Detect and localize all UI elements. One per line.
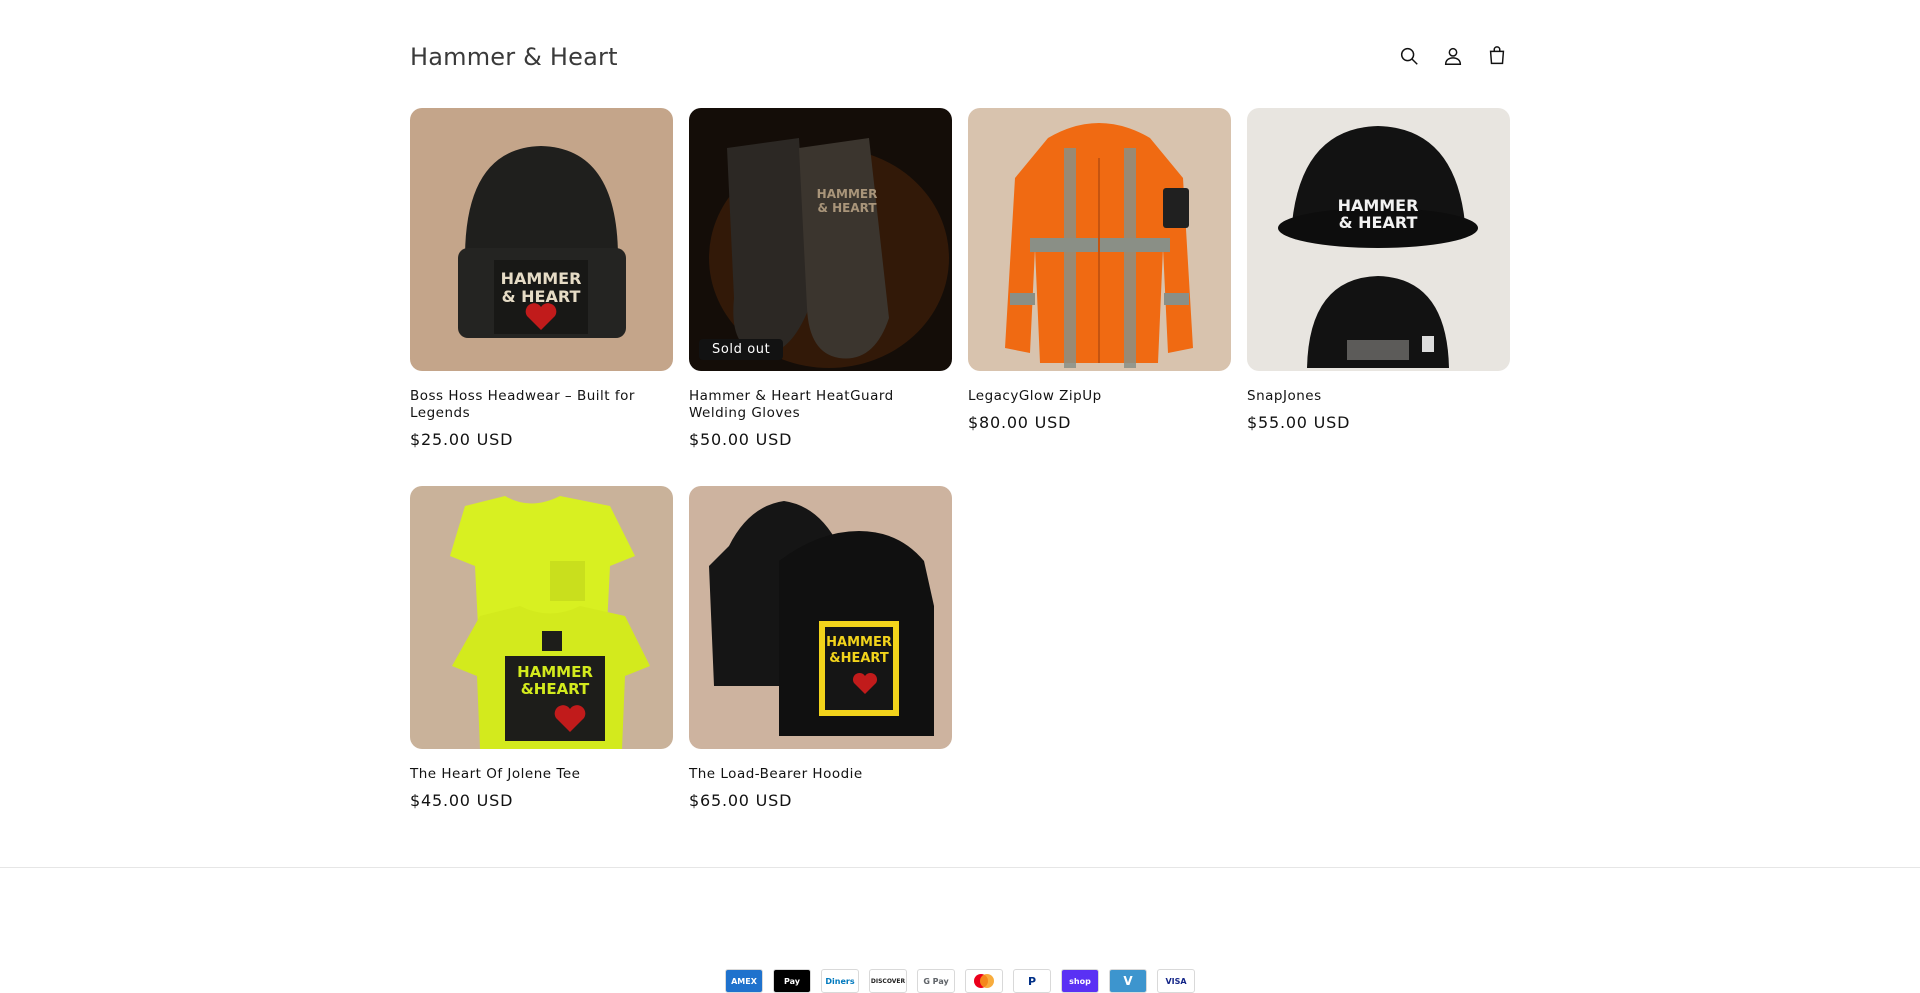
product-title[interactable]: SnapJones xyxy=(1247,388,1487,405)
amex-icon: AMEX xyxy=(725,969,763,993)
product-price: $55.00 USD xyxy=(1247,413,1351,432)
product-title[interactable]: Boss Hoss Headwear – Built for Legends xyxy=(410,388,650,422)
svg-text:& HEART: & HEART xyxy=(817,201,877,215)
diners-club-icon: Diners xyxy=(821,969,859,993)
product-card[interactable]: HAMMER &HEART The Load-Bearer Hoodie $65… xyxy=(689,486,952,810)
product-card[interactable]: HAMMER & HEART SnapJones $55.00 USD xyxy=(1247,108,1510,432)
product-card[interactable]: HAMMER & HEART Boss Hoss Headwear – Buil… xyxy=(410,108,673,449)
product-card[interactable]: LegacyGlow ZipUp $80.00 USD xyxy=(968,108,1231,432)
header-icons xyxy=(1396,43,1510,69)
product-price: $50.00 USD xyxy=(689,430,793,449)
shop-pay-icon: shop xyxy=(1061,969,1099,993)
product-title[interactable]: The Load-Bearer Hoodie xyxy=(689,766,929,783)
product-image[interactable]: HAMMER & HEART xyxy=(1247,108,1510,371)
search-icon[interactable] xyxy=(1396,43,1422,69)
svg-text:&HEART: &HEART xyxy=(829,651,889,666)
cart-icon[interactable] xyxy=(1484,43,1510,69)
product-title[interactable]: LegacyGlow ZipUp xyxy=(968,388,1208,405)
venmo-icon: V xyxy=(1109,969,1147,993)
apple-pay-icon: Pay xyxy=(773,969,811,993)
product-title[interactable]: The Heart Of Jolene Tee xyxy=(410,766,650,783)
store-logo[interactable]: Hammer & Heart xyxy=(410,43,618,71)
google-pay-icon: G Pay xyxy=(917,969,955,993)
svg-text:& HEART: & HEART xyxy=(502,287,581,306)
product-price: $80.00 USD xyxy=(968,413,1072,432)
product-card[interactable]: HAMMER &HEART The Heart Of Jolene Tee $4… xyxy=(410,486,673,810)
svg-text:HAMMER: HAMMER xyxy=(817,187,878,201)
product-price: $25.00 USD xyxy=(410,430,514,449)
product-price: $65.00 USD xyxy=(689,791,793,810)
svg-text:& HEART: & HEART xyxy=(1339,213,1418,232)
payment-methods: AMEX Pay Diners DISCOVER G Pay P shop V … xyxy=(725,969,1195,993)
visa-icon: VISA xyxy=(1157,969,1195,993)
paypal-icon: P xyxy=(1013,969,1051,993)
site-header: Hammer & Heart xyxy=(410,0,1510,115)
product-price: $45.00 USD xyxy=(410,791,514,810)
product-image[interactable]: HAMMER &HEART xyxy=(689,486,952,749)
sold-out-badge: Sold out xyxy=(699,339,784,360)
product-title[interactable]: Hammer & Heart HeatGuard Welding Gloves xyxy=(689,388,929,422)
svg-text:HAMMER: HAMMER xyxy=(501,269,582,288)
svg-text:HAMMER: HAMMER xyxy=(517,663,593,681)
product-image[interactable]: HAMMER & HEART xyxy=(410,108,673,371)
product-image[interactable] xyxy=(968,108,1231,371)
product-card[interactable]: HAMMER & HEART Sold out Hammer & Heart H… xyxy=(689,108,952,449)
svg-text:&HEART: &HEART xyxy=(521,680,590,698)
mastercard-icon xyxy=(965,969,1003,993)
svg-text:HAMMER: HAMMER xyxy=(826,635,892,650)
product-image[interactable]: HAMMER &HEART xyxy=(410,486,673,749)
product-image[interactable]: HAMMER & HEART Sold out xyxy=(689,108,952,371)
discover-icon: DISCOVER xyxy=(869,969,907,993)
footer-divider xyxy=(0,867,1920,868)
account-icon[interactable] xyxy=(1440,43,1466,69)
